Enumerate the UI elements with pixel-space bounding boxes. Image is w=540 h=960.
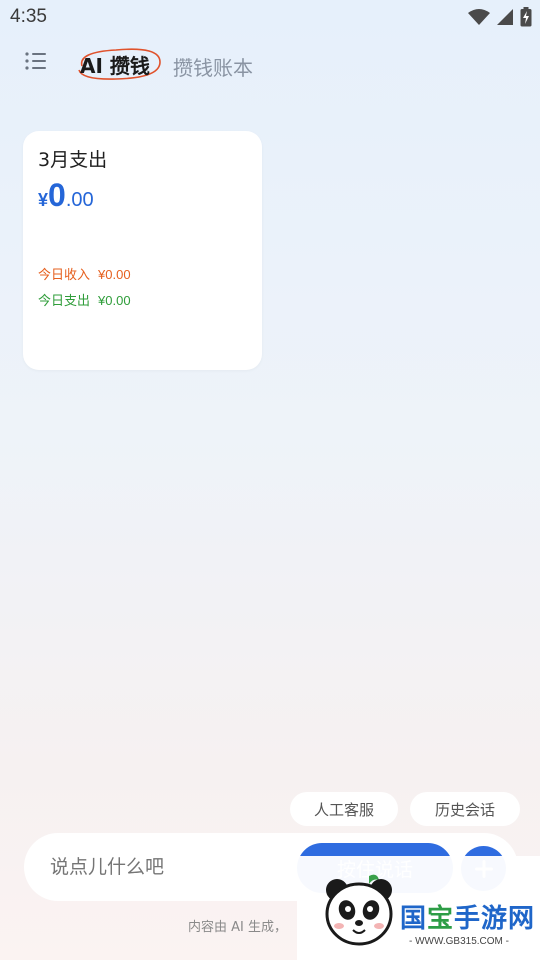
cellular-signal-icon <box>497 9 513 25</box>
top-header: AI 攒钱 攒钱账本 <box>0 40 540 90</box>
watermark-title-b: 宝 <box>427 904 455 934</box>
wifi-icon <box>468 9 490 25</box>
history-sessions-button[interactable]: 历史会话 <box>410 792 520 826</box>
amount-integer: 0 <box>48 177 66 213</box>
battery-charging-icon <box>520 7 532 27</box>
amount-decimal: .00 <box>65 189 94 211</box>
chat-input[interactable] <box>48 855 292 879</box>
tab-ai-save[interactable]: AI 攒钱 <box>78 48 161 80</box>
monthly-expense-card[interactable]: 3月支出 ¥0.00 今日收入 ¥0.00 今日支出 ¥0.00 <box>23 131 262 370</box>
status-time: 4:35 <box>10 6 47 27</box>
watermark-title: 国宝手游网 <box>400 898 535 935</box>
today-expense-label: 今日支出 <box>38 294 91 309</box>
status-icons <box>468 7 532 27</box>
tab-ledger[interactable]: 攒钱账本 <box>173 52 253 81</box>
today-expense-row: 今日支出 ¥0.00 <box>38 290 131 309</box>
currency-symbol: ¥ <box>38 190 49 210</box>
watermark-title-c: 手游网 <box>454 904 536 934</box>
tab-ai-save-label: AI 攒钱 <box>80 54 150 78</box>
today-income-value: ¥0.00 <box>98 267 131 282</box>
ai-disclaimer: 内容由 AI 生成， <box>188 920 287 935</box>
expense-amount: ¥0.00 <box>38 177 94 214</box>
status-bar: 4:35 <box>0 0 540 36</box>
today-income-label: 今日收入 <box>38 268 91 283</box>
panda-logo-icon <box>325 874 393 946</box>
customer-service-button[interactable]: 人工客服 <box>290 792 398 826</box>
watermark-title-a: 国 <box>400 904 428 934</box>
list-menu-icon <box>25 52 46 70</box>
today-income-row: 今日收入 ¥0.00 <box>38 264 131 283</box>
card-title: 3月支出 <box>38 149 108 171</box>
menu-button[interactable] <box>24 50 54 76</box>
watermark-url: - WWW.GB315.COM - <box>409 936 509 947</box>
watermark-overlay: 国宝手游网 - WWW.GB315.COM - <box>297 856 540 960</box>
today-expense-value: ¥0.00 <box>98 293 131 308</box>
tab-ledger-label: 攒钱账本 <box>173 56 253 80</box>
